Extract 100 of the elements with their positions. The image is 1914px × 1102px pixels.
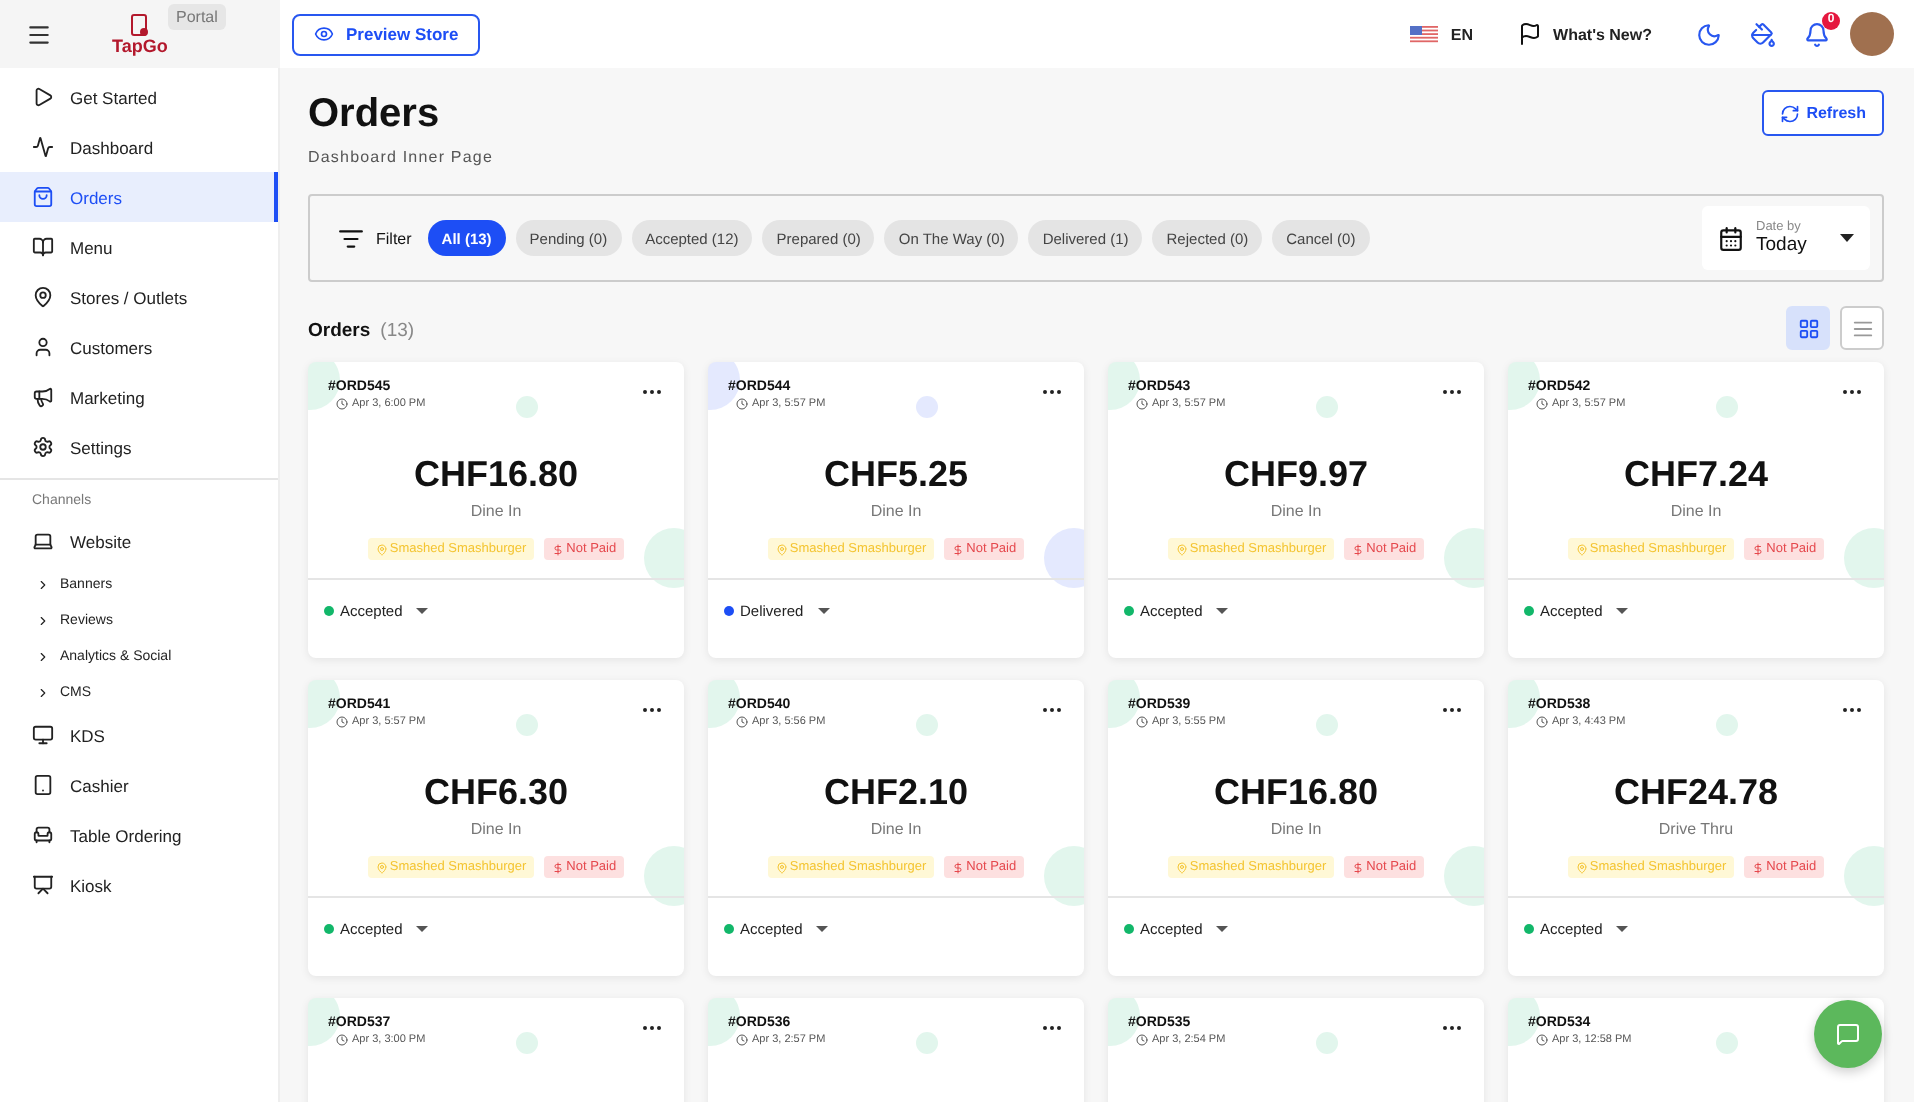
map-pin-icon xyxy=(1575,861,1588,873)
sidebar-item[interactable]: Kiosk xyxy=(0,860,278,910)
book-icon xyxy=(32,236,54,258)
sidebar-item[interactable]: Customers xyxy=(0,322,278,372)
refresh-icon xyxy=(1780,103,1801,123)
bubble-decoration xyxy=(916,396,938,418)
avatar[interactable] xyxy=(1850,12,1894,56)
bubble-decoration xyxy=(1316,396,1338,418)
dollar-icon xyxy=(552,861,565,873)
clock-icon xyxy=(1136,1034,1148,1046)
bubble-decoration xyxy=(1316,1032,1338,1054)
sidebar-item[interactable]: Table Ordering xyxy=(0,810,278,860)
order-amount: CHF24.78 xyxy=(1613,772,1779,814)
bubble-decoration xyxy=(916,1032,938,1054)
laptop-icon xyxy=(32,530,54,552)
list-icon xyxy=(1851,317,1873,339)
dollar-icon xyxy=(552,543,565,555)
flag-outline-icon xyxy=(1517,22,1542,46)
clock-icon xyxy=(736,1034,748,1046)
dollar-icon xyxy=(1352,861,1365,873)
map-pin-icon xyxy=(375,861,388,873)
filter-icon xyxy=(338,225,364,251)
clock-icon xyxy=(1136,398,1148,410)
chevron-right-icon xyxy=(36,685,50,699)
page-subtitle: Dashboard Inner Page xyxy=(308,148,493,166)
bubble-decoration xyxy=(1716,714,1738,736)
user-icon xyxy=(32,336,54,358)
whats-new-link[interactable]: What's New? xyxy=(1517,22,1652,46)
order-amount: CHF6.30 xyxy=(423,772,569,814)
pulse-icon xyxy=(32,136,54,158)
flag-icon xyxy=(1410,25,1439,43)
kiosk-icon xyxy=(32,874,54,896)
portal-badge: Portal xyxy=(168,4,226,30)
order-type: Drive Thru xyxy=(1658,820,1734,838)
clock-icon xyxy=(336,1034,348,1046)
chair-icon xyxy=(32,824,54,846)
sidebar-item[interactable]: Cashier xyxy=(0,760,278,810)
caret-icon xyxy=(816,926,829,932)
megaphone-icon xyxy=(32,386,54,408)
sidebar-item[interactable]: Marketing xyxy=(0,372,278,422)
eye-icon xyxy=(314,24,334,44)
sidebar-item[interactable]: Get Started xyxy=(0,72,278,122)
tablet-icon xyxy=(32,774,54,796)
caret-icon xyxy=(416,926,429,932)
phone-logo-icon xyxy=(129,13,150,37)
sidebar-item[interactable]: Menu xyxy=(0,222,278,272)
chevron-right-icon xyxy=(36,577,50,591)
sidebar-item[interactable]: Stores / Outlets xyxy=(0,272,278,322)
order-type: Dine In xyxy=(1270,502,1322,520)
clock-icon xyxy=(736,398,748,410)
clock-icon xyxy=(336,716,348,728)
bubble-decoration xyxy=(516,396,538,418)
gear-icon xyxy=(32,436,54,458)
order-type: Dine In xyxy=(1270,820,1322,838)
clock-icon xyxy=(336,398,348,410)
order-amount: CHF9.97 xyxy=(1223,454,1369,496)
bubble-decoration xyxy=(1716,396,1738,418)
caret-icon xyxy=(1616,926,1629,932)
map-pin-icon xyxy=(32,286,54,308)
bell-icon[interactable] xyxy=(1804,21,1830,47)
order-amount: CHF2.10 xyxy=(823,772,969,814)
map-pin-icon xyxy=(1175,861,1188,873)
orders-count: (13) xyxy=(380,320,415,342)
grid-view-button[interactable] xyxy=(1786,306,1830,350)
sidebar-item[interactable]: Orders xyxy=(0,172,278,222)
moon-icon[interactable] xyxy=(1696,21,1722,47)
sidebar-item[interactable]: Website xyxy=(0,516,278,566)
bag-icon xyxy=(32,186,54,208)
order-type: Dine In xyxy=(470,820,522,838)
clock-icon xyxy=(1536,716,1548,728)
list-view-button[interactable] xyxy=(1840,306,1884,350)
menu-icon[interactable] xyxy=(26,21,52,47)
paint-bucket-icon[interactable] xyxy=(1750,21,1776,47)
grid-icon xyxy=(1797,317,1819,339)
caret-icon xyxy=(416,608,429,614)
chat-icon xyxy=(1836,1022,1860,1046)
clock-icon xyxy=(1536,1034,1548,1046)
language-selector[interactable]: EN xyxy=(1410,25,1474,43)
bubble-decoration xyxy=(1716,1032,1738,1054)
chevron-right-icon xyxy=(36,649,50,663)
preview-store-button[interactable]: Preview Store xyxy=(292,13,481,55)
dollar-icon xyxy=(1752,543,1765,555)
clock-icon xyxy=(1136,716,1148,728)
calendar-icon xyxy=(1718,225,1744,251)
order-amount: CHF7.24 xyxy=(1623,454,1769,496)
bubble-decoration xyxy=(516,1032,538,1054)
monitor-icon xyxy=(32,724,54,746)
map-pin-icon xyxy=(775,861,788,873)
chevron-right-icon xyxy=(36,613,50,627)
language-label: EN xyxy=(1450,25,1474,43)
page-title: Orders xyxy=(308,92,442,138)
dollar-icon xyxy=(1752,861,1765,873)
refresh-button[interactable]: Refresh xyxy=(1762,90,1884,136)
bubble-decoration xyxy=(516,714,538,736)
clock-icon xyxy=(1536,398,1548,410)
filter-label: Filter xyxy=(376,229,412,247)
sidebar-item[interactable]: Dashboard xyxy=(0,122,278,172)
sidebar-item[interactable]: KDS xyxy=(0,710,278,760)
sidebar-item[interactable]: Settings xyxy=(0,422,278,472)
clock-icon xyxy=(736,716,748,728)
